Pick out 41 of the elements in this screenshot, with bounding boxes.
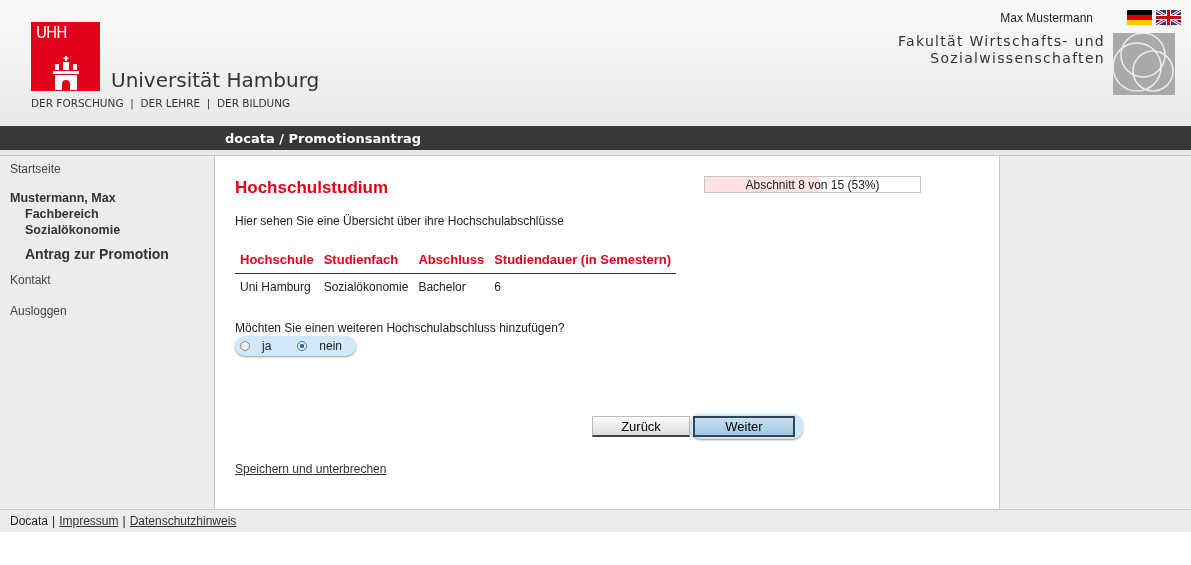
- page-heading: Hochschulstudium: [235, 178, 388, 198]
- department-label: Fachbereich: [25, 207, 99, 221]
- radio-button[interactable]: [240, 341, 250, 351]
- table-cell: Uni Hamburg: [235, 273, 319, 300]
- app-title: docata / Promotionsantrag: [225, 130, 422, 146]
- footer-link[interactable]: Datenschutzhinweis: [129, 514, 237, 528]
- german-flag-icon[interactable]: [1127, 10, 1152, 25]
- department-label: Sozialökonomie: [25, 223, 121, 237]
- progress-label: Abschnitt 8 von 15 (53%): [745, 178, 880, 192]
- university-logo: UHH: [31, 22, 100, 91]
- table-cell: 6: [489, 273, 677, 300]
- circles-logo-icon: [1113, 33, 1175, 95]
- column-header: Abschluss: [413, 246, 490, 274]
- next-button[interactable]: Weiter: [693, 416, 795, 437]
- university-name: Universität Hamburg: [111, 69, 320, 91]
- separator: |: [122, 514, 126, 528]
- save-link[interactable]: Speichern und unterbrechen: [235, 462, 387, 476]
- radio-label: ja: [262, 339, 272, 353]
- question-text: Möchten Sie einen weiteren Hochschulabschluss hinzufügen?: [235, 321, 566, 335]
- column-header: Studienfach: [318, 246, 414, 274]
- british-flag-icon[interactable]: [1156, 10, 1181, 25]
- footer-text: Docata: [10, 514, 49, 528]
- intro-text: Hier sehen Sie eine Übersicht über ihre Hochschulabschlüsse: [235, 214, 565, 228]
- separator: |: [52, 514, 56, 528]
- castle-icon: [53, 56, 79, 90]
- table-cell: Bachelor: [413, 273, 490, 300]
- sidebar-link[interactable]: Startseite: [10, 162, 61, 176]
- radio-button[interactable]: [297, 341, 308, 351]
- sidebar-section-link[interactable]: Antrag zur Promotion: [25, 246, 169, 262]
- sidebar-link[interactable]: Ausloggen: [10, 304, 67, 318]
- back-button[interactable]: Zurück: [592, 416, 690, 437]
- sidebar-link[interactable]: Kontakt: [10, 273, 51, 287]
- table-cell: Sozialökonomie: [318, 273, 414, 300]
- faculty-name: Fakultät Wirtschafts- und Sozialwissenschaften: [898, 33, 1105, 68]
- tagline: DER FORSCHUNG | DER LEHRE | DER BILDUNG: [31, 97, 292, 109]
- user-full-name: Mustermann, Max: [10, 191, 116, 205]
- footer-link[interactable]: Impressum: [59, 514, 119, 528]
- column-header: Hochschule: [235, 246, 319, 274]
- column-header: Studiendauer (in Semestern): [489, 246, 677, 274]
- radio-label: nein: [319, 339, 343, 353]
- user-name: Max Mustermann: [1000, 10, 1093, 25]
